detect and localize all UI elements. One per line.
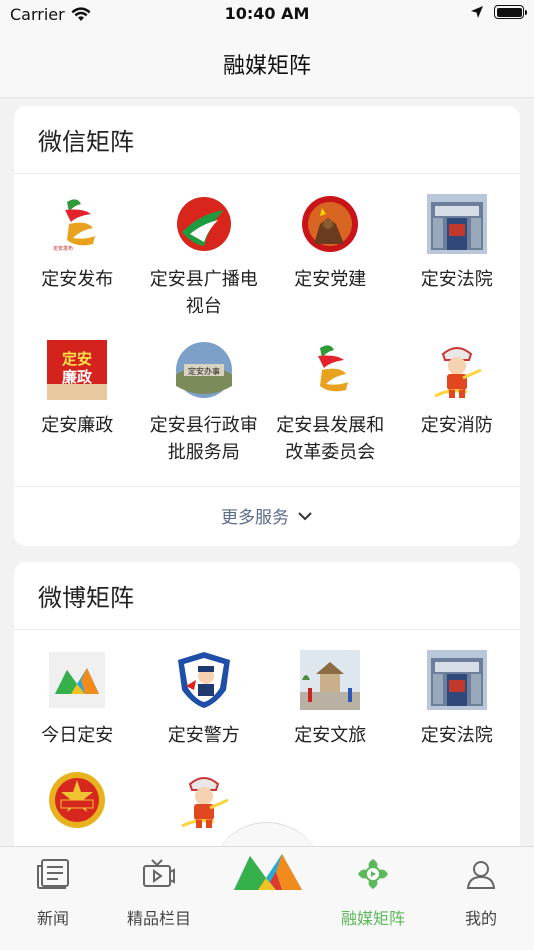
today-dingan-logo-icon — [47, 650, 107, 710]
wechat-card-header: 微信矩阵 — [14, 106, 520, 174]
status-time: 10:40 AM — [224, 4, 310, 23]
weibo-item-label: 今日定安 — [41, 725, 114, 746]
weibo-item-label: 定安文旅 — [294, 725, 367, 746]
dingan-logo-icon: 定安发布 — [47, 194, 107, 254]
wechat-item-label: 定安廉政 — [41, 415, 114, 436]
svg-text:定安: 定安 — [62, 350, 92, 368]
police-badge-icon — [174, 650, 234, 710]
weibo-card-header: 微博矩阵 — [14, 562, 520, 630]
wechat-item-tv-station[interactable]: 定安县广播电视台 — [141, 194, 268, 340]
tv-station-logo-icon — [174, 194, 234, 254]
wechat-matrix-card: 微信矩阵 定安发布 定安发布 定安县广播电视台 定安党建 定安法院 定安 廉政 … — [14, 106, 520, 546]
tab-featured-label: 精品栏目 — [126, 909, 191, 928]
party-emblem-icon — [300, 194, 360, 254]
status-right — [470, 5, 527, 19]
wechat-item-dingan-fabu[interactable]: 定安发布 定安发布 — [14, 194, 141, 340]
weibo-item-label: 定安警方 — [167, 725, 240, 746]
weibo-item-youth-league[interactable] — [14, 770, 141, 846]
weibo-matrix-card: 微博矩阵 今日定安 定安警方 定安文旅 定安法院 — [14, 562, 520, 846]
wechat-grid: 定安发布 定安发布 定安县广播电视台 定安党建 定安法院 定安 廉政 定安廉政 … — [14, 174, 520, 486]
tab-media-matrix[interactable]: 融媒矩阵 — [320, 847, 426, 950]
main-content[interactable]: 微信矩阵 定安发布 定安发布 定安县广播电视台 定安党建 定安法院 定安 廉政 … — [0, 98, 534, 846]
culture-tourism-icon — [300, 650, 361, 710]
tab-profile[interactable]: 我的 — [428, 847, 534, 950]
chevron-down-icon — [298, 511, 312, 520]
youth-league-badge-icon — [47, 770, 107, 830]
firefighter-icon — [427, 340, 487, 400]
status-bar: Carrier 10:40 AM — [0, 0, 534, 30]
court-building-icon — [426, 650, 487, 710]
weibo-section-title: 微博矩阵 — [38, 584, 134, 612]
tab-featured-programs[interactable]: 精品栏目 — [106, 847, 212, 950]
svg-text:定安办事: 定安办事 — [188, 366, 220, 376]
wechat-item-development-reform[interactable]: 定安县发展和改革委员会 — [267, 340, 394, 486]
admin-service-icon: 定安办事 — [174, 340, 234, 400]
weibo-item-culture-tourism[interactable]: 定安文旅 — [267, 650, 394, 770]
nav-bar: 融媒矩阵 — [0, 30, 534, 98]
wechat-item-label: 定安县行政审批服务局 — [149, 415, 258, 463]
wechat-item-label: 定安党建 — [294, 269, 367, 290]
weibo-grid: 今日定安 定安警方 定安文旅 定安法院 — [14, 630, 520, 846]
clean-govt-icon: 定安 廉政 — [47, 340, 108, 400]
tab-news[interactable]: 新闻 — [0, 847, 106, 950]
matrix-icon — [356, 857, 390, 891]
location-arrow-icon — [471, 6, 483, 18]
wechat-item-court[interactable]: 定安法院 — [394, 194, 521, 340]
tab-matrix-label: 融媒矩阵 — [340, 909, 405, 928]
wechat-item-party-building[interactable]: 定安党建 — [267, 194, 394, 340]
firefighter-icon — [174, 770, 234, 830]
dingan-logo-icon — [300, 340, 360, 400]
more-services-button[interactable]: 更多服务 — [14, 486, 520, 544]
wechat-item-label: 定安发布 — [41, 269, 114, 290]
wechat-item-admin-service[interactable]: 定安办事 定安县行政审批服务局 — [141, 340, 268, 486]
wechat-item-label: 定安消防 — [420, 415, 493, 436]
wechat-item-label: 定安法院 — [420, 269, 493, 290]
weibo-item-police[interactable]: 定安警方 — [141, 650, 268, 770]
weibo-item-label: 定安法院 — [420, 725, 493, 746]
battery-icon — [494, 5, 527, 19]
wechat-item-fire[interactable]: 定安消防 — [394, 340, 521, 486]
tab-profile-label: 我的 — [464, 909, 497, 928]
tab-news-label: 新闻 — [36, 909, 69, 928]
wechat-section-title: 微信矩阵 — [38, 128, 134, 156]
wechat-item-clean-govt[interactable]: 定安 廉政 定安廉政 — [14, 340, 141, 486]
user-icon — [464, 857, 498, 891]
weibo-item-today-dingan[interactable]: 今日定安 — [14, 650, 141, 770]
newspaper-icon — [36, 857, 70, 891]
page-title: 融媒矩阵 — [222, 53, 311, 79]
video-icon — [142, 857, 176, 891]
weibo-item-court[interactable]: 定安法院 — [394, 650, 521, 770]
wechat-item-label: 定安县发展和改革委员会 — [276, 415, 385, 463]
svg-text:廉政: 廉政 — [62, 368, 93, 386]
wechat-item-label: 定安县广播电视台 — [149, 269, 258, 317]
more-services-label: 更多服务 — [221, 508, 289, 528]
court-building-icon — [426, 194, 487, 254]
svg-text:定安发布: 定安发布 — [53, 245, 73, 252]
center-logo-icon[interactable] — [232, 850, 304, 892]
